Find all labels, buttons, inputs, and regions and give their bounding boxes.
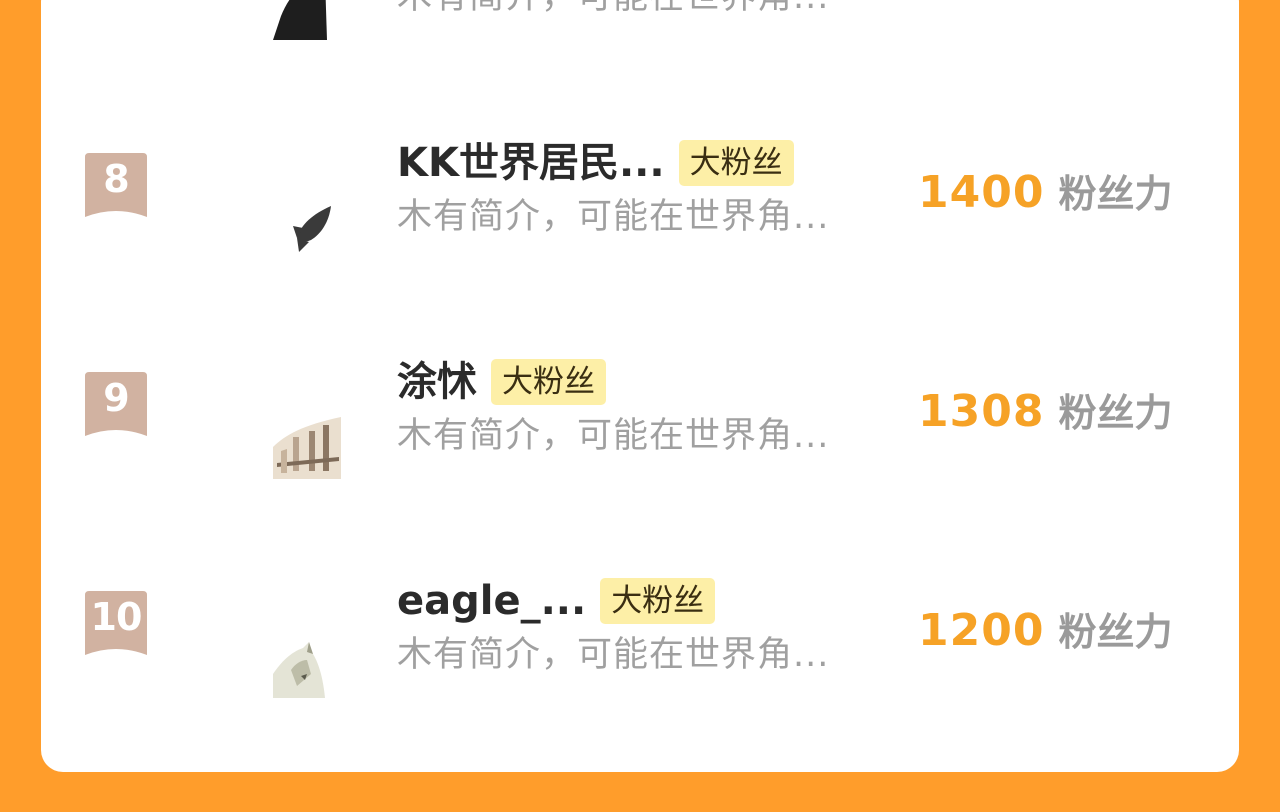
name-line: 涂怵 大粉丝: [397, 355, 606, 409]
name-line: eagle_... 大粉丝: [397, 574, 716, 628]
rank-number: 9: [103, 376, 129, 420]
user-description: 木有简介，可能在世界角...: [397, 197, 830, 237]
rank-badge: 9: [85, 372, 147, 436]
fox-sketch-icon: [273, 630, 341, 698]
rank-badge: 8: [85, 153, 147, 217]
avatar[interactable]: [273, 630, 341, 698]
dark-figure-icon: [273, 0, 341, 40]
user-name[interactable]: eagle_...: [397, 574, 586, 628]
fan-level-badge: 大粉丝: [600, 578, 716, 624]
rank-number: 8: [103, 157, 129, 201]
fan-level-badge: 大粉丝: [678, 140, 794, 186]
list-item[interactable]: 8 KK世界居民... 大粉丝 木有简介，可能在世界角... 1400 粉丝力: [41, 132, 1239, 282]
user-description: 木有简介，可能在世界角...: [397, 0, 829, 20]
user-name[interactable]: 涂怵: [397, 355, 477, 409]
fan-power: 1200 粉丝力: [918, 604, 1172, 667]
name-line: KK世界居民... 大粉丝: [397, 136, 794, 190]
user-description: 木有简介，可能在世界角...: [397, 416, 830, 456]
fan-ranking-card: 木有简介，可能在世界角... 8 KK世界居民... 大粉丝 木有简介，可能在世…: [41, 0, 1239, 772]
fan-power-unit: 粉丝力: [1058, 391, 1173, 435]
fish-icon: [273, 192, 341, 260]
user-name[interactable]: KK世界居民...: [397, 136, 665, 190]
avatar[interactable]: [273, 411, 341, 479]
list-item[interactable]: 10 eagle_... 大粉丝 木有简介，可能在世界角... 1200 粉丝力: [41, 570, 1239, 720]
avatar[interactable]: [273, 192, 341, 260]
fan-power: 1400 粉丝力: [918, 166, 1172, 229]
avatar[interactable]: [273, 0, 341, 40]
fan-power-unit: 粉丝力: [1058, 172, 1173, 216]
building-sketch-icon: [273, 411, 341, 479]
fan-power-score: 1200: [918, 605, 1045, 656]
fan-power: 1308 粉丝力: [918, 385, 1172, 448]
rank-badge: 10: [85, 591, 147, 655]
fan-power-unit: 粉丝力: [1058, 610, 1173, 654]
fan-power-score: 1308: [918, 386, 1045, 437]
user-description: 木有简介，可能在世界角...: [397, 635, 830, 675]
fan-power-score: 1400: [918, 167, 1045, 218]
list-item-partial[interactable]: 木有简介，可能在世界角...: [41, 0, 1239, 62]
fan-level-badge: 大粉丝: [491, 359, 606, 405]
rank-number: 10: [90, 595, 143, 639]
list-item[interactable]: 9 涂怵 大粉丝 木有简介，可能在世界角... 1308 粉丝力: [41, 351, 1239, 501]
